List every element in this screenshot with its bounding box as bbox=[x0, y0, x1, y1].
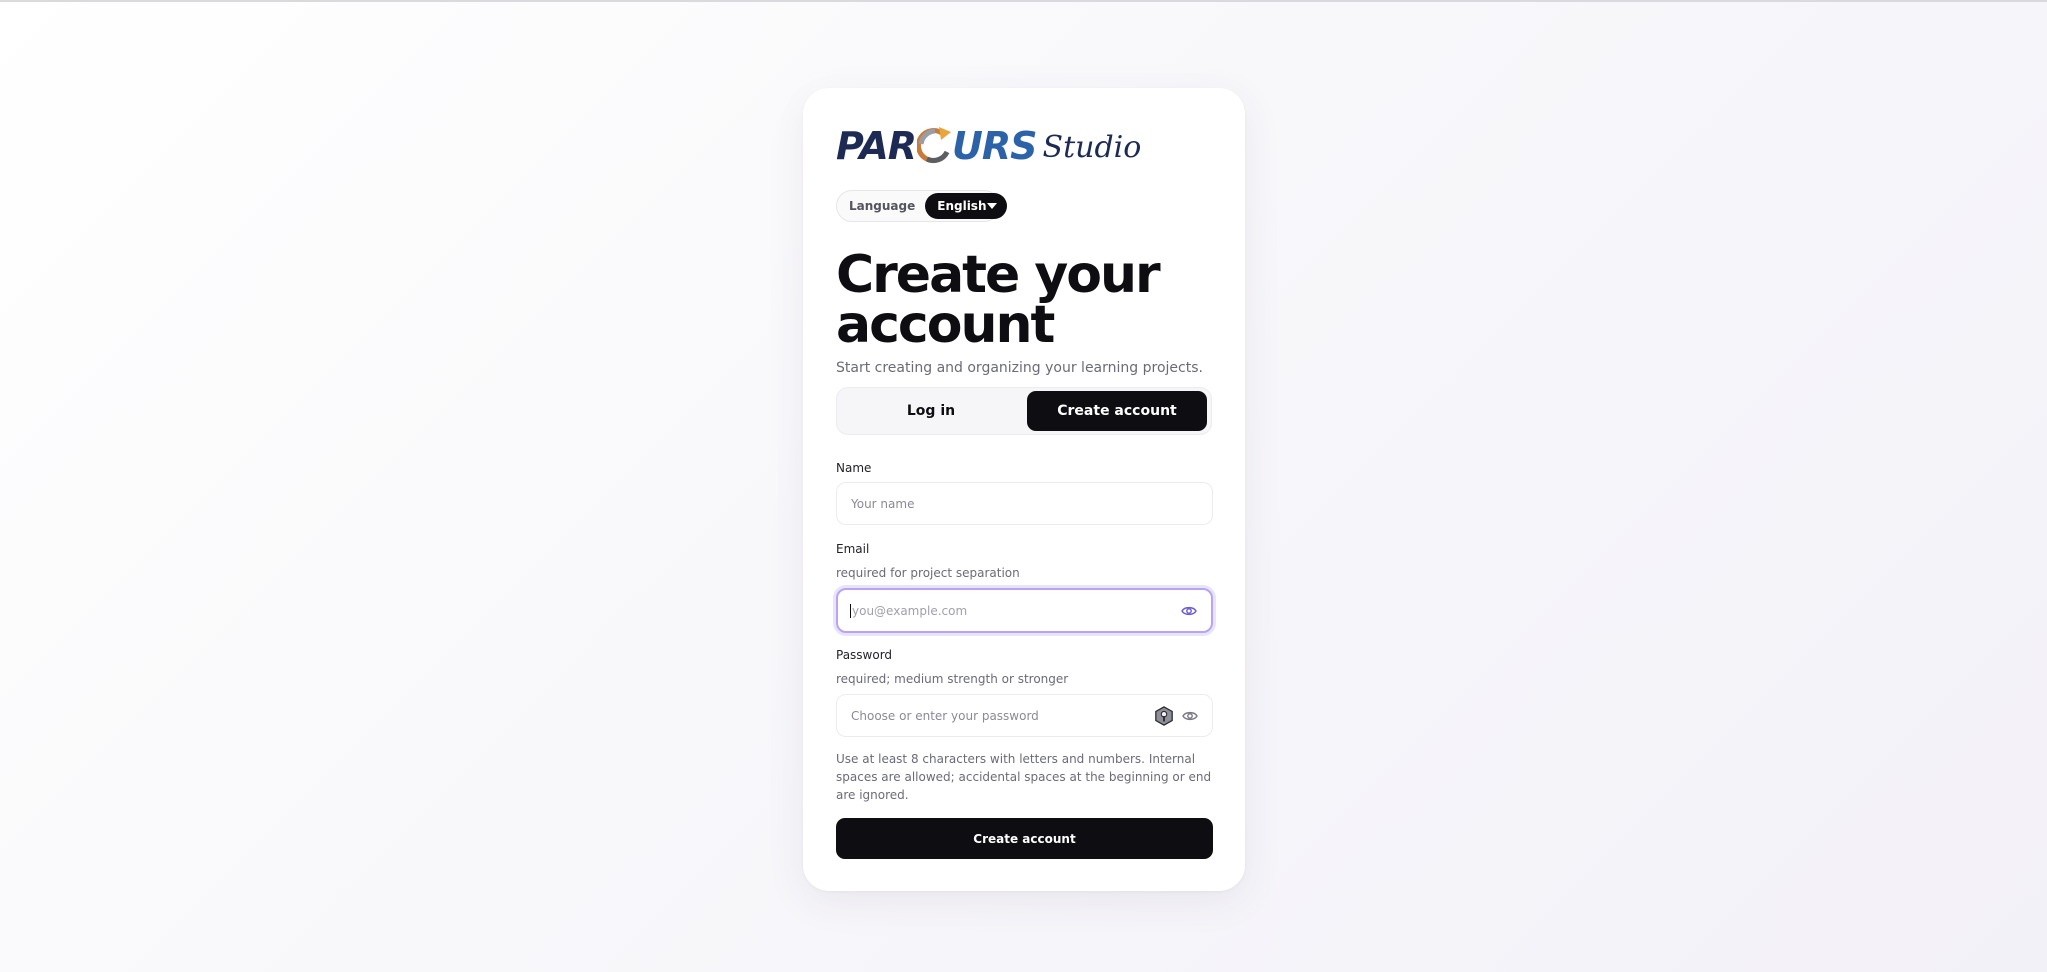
eye-icon[interactable] bbox=[1180, 706, 1200, 726]
key-shield-icon[interactable] bbox=[1154, 705, 1174, 726]
logo-circular-arrow-icon bbox=[917, 127, 952, 163]
password-field-wrapper bbox=[836, 694, 1213, 737]
logo-wordmark: PAR URS bbox=[836, 124, 1038, 168]
parcours-studio-logo: PAR URS Studio bbox=[836, 122, 1141, 170]
language-select[interactable]: English bbox=[925, 193, 1007, 219]
window-top-border bbox=[0, 0, 2047, 2]
name-input[interactable] bbox=[851, 483, 1200, 524]
name-label: Name bbox=[836, 461, 872, 475]
password-input[interactable] bbox=[851, 695, 1148, 736]
text-cursor bbox=[850, 603, 851, 618]
eye-icon[interactable] bbox=[1179, 601, 1199, 621]
page-title: Create your account bbox=[836, 245, 1161, 355]
signup-card: PAR URS Studio Language English Create y… bbox=[803, 88, 1245, 891]
email-label: Email bbox=[836, 542, 870, 556]
language-selected-value: English bbox=[937, 199, 987, 213]
password-requirements-text: Use at least 8 characters with letters a… bbox=[836, 752, 1212, 802]
email-input[interactable] bbox=[852, 590, 1173, 631]
create-account-button[interactable]: Create account bbox=[836, 818, 1213, 859]
chevron-down-icon bbox=[986, 203, 997, 209]
email-hint: required for project separation bbox=[836, 566, 1020, 580]
auth-mode-tabs: Log in Create account bbox=[836, 387, 1212, 435]
tab-log-in[interactable]: Log in bbox=[839, 391, 1023, 431]
page-subtitle: Start creating and organizing your learn… bbox=[836, 360, 1203, 376]
password-label: Password bbox=[836, 648, 893, 662]
language-label: Language bbox=[849, 199, 916, 213]
email-field-wrapper bbox=[836, 588, 1213, 633]
logo-studio-text: Studio bbox=[1042, 130, 1142, 165]
tab-create-account[interactable]: Create account bbox=[1027, 391, 1207, 431]
password-hint: required; medium strength or stronger bbox=[836, 672, 1069, 686]
language-picker: Language English bbox=[836, 190, 1007, 222]
name-field-wrapper bbox=[836, 482, 1213, 525]
